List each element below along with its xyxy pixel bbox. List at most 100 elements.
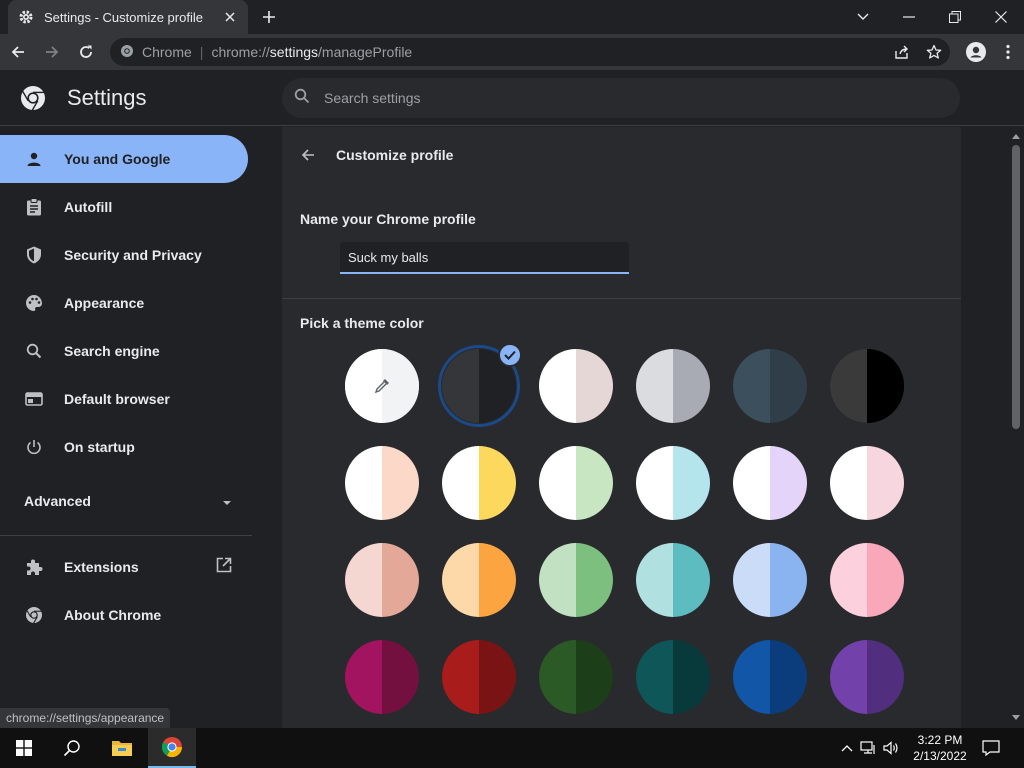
theme-color-swatch[interactable] xyxy=(733,446,807,520)
scroll-up-arrow-icon[interactable] xyxy=(1011,131,1021,141)
theme-color-swatch[interactable] xyxy=(438,343,522,427)
swatch-left-half xyxy=(830,640,867,714)
close-tab-icon[interactable] xyxy=(222,9,238,25)
theme-color-swatch[interactable] xyxy=(539,640,613,714)
network-icon[interactable] xyxy=(856,741,880,755)
swatch-circle xyxy=(733,640,807,714)
swatch-left-half xyxy=(733,640,770,714)
sidebar-item-extensions[interactable]: Extensions xyxy=(0,543,248,591)
restore-icon[interactable] xyxy=(932,0,978,34)
forward-arrow-icon[interactable] xyxy=(36,36,68,68)
swatch-left-half xyxy=(733,543,770,617)
swatch-right-half xyxy=(867,543,904,617)
settings-search-box[interactable] xyxy=(282,78,960,118)
sidebar-item-autofill[interactable]: Autofill xyxy=(0,183,248,231)
theme-color-swatch[interactable] xyxy=(830,640,904,714)
sidebar-item-on-startup[interactable]: On startup xyxy=(0,423,248,471)
sidebar-item-you-and-google[interactable]: You and Google xyxy=(0,135,248,183)
swatch-left-half xyxy=(636,640,673,714)
sidebar-item-label: Autofill xyxy=(64,199,113,215)
tab-search-chevron-icon[interactable] xyxy=(840,0,886,34)
swatch-circle xyxy=(636,640,710,714)
address-bar[interactable]: Chrome | chrome://settings/manageProfile xyxy=(110,38,950,66)
swatch-circle xyxy=(733,543,807,617)
windows-start-icon[interactable] xyxy=(0,728,48,768)
minimize-icon[interactable] xyxy=(886,0,932,34)
notification-center-icon[interactable] xyxy=(968,728,1014,768)
new-tab-icon[interactable] xyxy=(258,6,280,28)
theme-color-swatch[interactable] xyxy=(636,349,710,423)
swatch-left-half xyxy=(442,640,479,714)
theme-color-swatch[interactable] xyxy=(830,349,904,423)
omnibox-separator: | xyxy=(199,44,204,60)
sidebar-divider xyxy=(0,535,252,536)
tab-settings[interactable]: Settings - Customize profile xyxy=(8,0,248,34)
theme-color-swatch[interactable] xyxy=(345,446,419,520)
theme-section-label: Pick a theme color xyxy=(300,315,424,331)
page-scrollbar[interactable] xyxy=(1008,127,1024,728)
swatch-left-half xyxy=(830,446,867,520)
sidebar-item-about-chrome[interactable]: About Chrome xyxy=(0,591,248,639)
puzzle-icon xyxy=(24,557,44,577)
taskbar-clock[interactable]: 3:22 PM 2/13/2022 xyxy=(905,732,975,764)
swatch-circle xyxy=(830,543,904,617)
taskbar-search-icon[interactable] xyxy=(48,728,96,768)
theme-color-swatch[interactable] xyxy=(442,446,516,520)
theme-color-swatch[interactable] xyxy=(733,349,807,423)
bookmark-star-icon[interactable] xyxy=(918,44,950,60)
theme-color-swatch[interactable] xyxy=(345,543,419,617)
profile-avatar-icon[interactable] xyxy=(960,42,992,62)
caret-down-icon xyxy=(222,493,232,509)
swatch-circle xyxy=(442,543,516,617)
swatch-circle xyxy=(636,543,710,617)
close-window-icon[interactable] xyxy=(978,0,1024,34)
sidebar-advanced-toggle[interactable]: Advanced xyxy=(24,493,232,509)
theme-color-swatch[interactable] xyxy=(442,543,516,617)
sidebar-item-search-engine[interactable]: Search engine xyxy=(0,327,248,375)
reload-icon[interactable] xyxy=(70,36,102,68)
sidebar-item-security-and-privacy[interactable]: Security and Privacy xyxy=(0,231,248,279)
open-external-icon xyxy=(216,557,232,576)
swatch-left-half xyxy=(345,543,382,617)
theme-color-swatch[interactable] xyxy=(539,446,613,520)
theme-color-swatch[interactable] xyxy=(442,640,516,714)
theme-color-swatch[interactable] xyxy=(830,543,904,617)
search-input[interactable] xyxy=(324,90,924,106)
theme-color-swatch[interactable] xyxy=(733,640,807,714)
tray-chevron-up-icon[interactable] xyxy=(838,744,856,752)
theme-color-swatch[interactable] xyxy=(539,349,613,423)
sidebar-item-label: Search engine xyxy=(64,343,160,359)
swatch-right-half xyxy=(673,446,710,520)
theme-color-swatch[interactable] xyxy=(830,446,904,520)
swatch-right-half xyxy=(576,640,613,714)
theme-color-swatch[interactable] xyxy=(539,543,613,617)
swatch-right-half xyxy=(867,349,904,423)
url-scheme: chrome:// xyxy=(211,44,270,60)
swatch-left-half xyxy=(442,543,479,617)
scroll-down-arrow-icon[interactable] xyxy=(1011,712,1021,722)
profile-name-input[interactable] xyxy=(340,242,629,274)
swatch-circle xyxy=(442,640,516,714)
scroll-thumb[interactable] xyxy=(1012,145,1020,429)
back-arrow-icon[interactable] xyxy=(2,36,34,68)
theme-color-swatch[interactable] xyxy=(636,446,710,520)
sidebar-item-default-browser[interactable]: Default browser xyxy=(0,375,248,423)
card-header: Customize profile xyxy=(282,127,961,183)
file-explorer-icon[interactable] xyxy=(98,728,146,768)
theme-color-swatch[interactable] xyxy=(345,640,419,714)
sidebar-item-label: You and Google xyxy=(64,151,171,167)
theme-color-swatch[interactable] xyxy=(636,640,710,714)
sidebar-item-appearance[interactable]: Appearance xyxy=(0,279,248,327)
menu-kebab-icon[interactable] xyxy=(992,44,1024,60)
swatch-right-half xyxy=(867,640,904,714)
theme-color-swatch[interactable] xyxy=(733,543,807,617)
swatch-right-half xyxy=(479,640,516,714)
back-arrow-icon[interactable] xyxy=(300,145,320,165)
swatch-circle xyxy=(539,543,613,617)
theme-color-swatch[interactable] xyxy=(636,543,710,617)
share-icon[interactable] xyxy=(886,44,918,60)
taskbar-chrome-icon[interactable] xyxy=(148,728,196,768)
volume-icon[interactable] xyxy=(880,741,902,755)
theme-color-swatch[interactable] xyxy=(345,349,419,423)
swatch-left-half xyxy=(539,349,576,423)
